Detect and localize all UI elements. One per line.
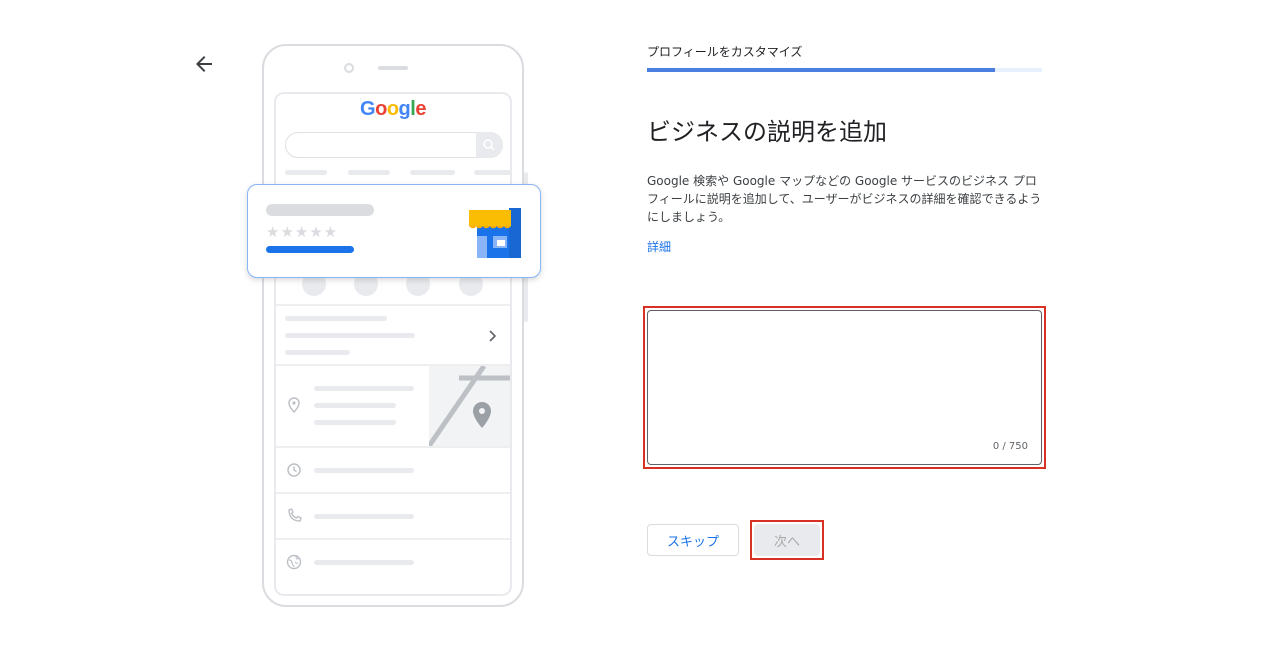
phone-placeholder-line bbox=[285, 170, 327, 175]
phone-divider bbox=[276, 304, 510, 306]
store-icon bbox=[467, 206, 523, 258]
phone-placeholder-line bbox=[285, 350, 350, 355]
back-arrow-icon[interactable] bbox=[192, 52, 216, 76]
phone-call-icon bbox=[286, 508, 302, 524]
phone-placeholder-line bbox=[314, 403, 396, 408]
progress-bar bbox=[647, 68, 995, 72]
phone-placeholder-line bbox=[314, 560, 414, 565]
phone-search-bar bbox=[285, 132, 503, 158]
search-icon bbox=[476, 132, 503, 158]
chevron-right-icon bbox=[485, 326, 501, 346]
phone-placeholder-line bbox=[285, 316, 387, 321]
phone-placeholder-line bbox=[314, 514, 414, 519]
phone-placeholder-line bbox=[314, 468, 414, 473]
phone-placeholder-line bbox=[410, 170, 455, 175]
phone-divider bbox=[276, 492, 510, 494]
card-name-placeholder bbox=[266, 204, 374, 216]
next-button[interactable]: 次へ bbox=[754, 524, 820, 556]
phone-speaker bbox=[378, 66, 408, 70]
phone-divider bbox=[276, 446, 510, 448]
google-logo: Google bbox=[360, 98, 426, 120]
clock-icon bbox=[286, 462, 302, 478]
learn-more-link[interactable]: 詳細 bbox=[647, 238, 671, 255]
phone-placeholder-line bbox=[285, 333, 415, 338]
skip-button[interactable]: スキップ bbox=[647, 524, 739, 556]
star-icon: ★★★★★ bbox=[266, 223, 339, 241]
phone-placeholder-line bbox=[474, 170, 512, 175]
phone-divider bbox=[276, 538, 510, 540]
phone-placeholder-line bbox=[314, 420, 396, 425]
card-accent-bar bbox=[266, 246, 354, 253]
page-title: ビジネスの説明を追加 bbox=[647, 118, 887, 146]
phone-map-thumbnail bbox=[426, 364, 510, 448]
phone-screen bbox=[274, 92, 512, 596]
step-label: プロフィールをカスタマイズ bbox=[647, 45, 803, 59]
character-counter: 0 / 750 bbox=[992, 441, 1028, 452]
globe-icon bbox=[286, 554, 302, 570]
phone-camera bbox=[344, 63, 354, 73]
phone-placeholder-line bbox=[314, 386, 414, 391]
phone-placeholder-line bbox=[348, 170, 390, 175]
description-text: Google 検索や Google マップなどの Google サービスのビジネ… bbox=[647, 174, 1042, 224]
location-pin-icon bbox=[286, 396, 302, 414]
description-textarea[interactable] bbox=[654, 317, 1038, 441]
